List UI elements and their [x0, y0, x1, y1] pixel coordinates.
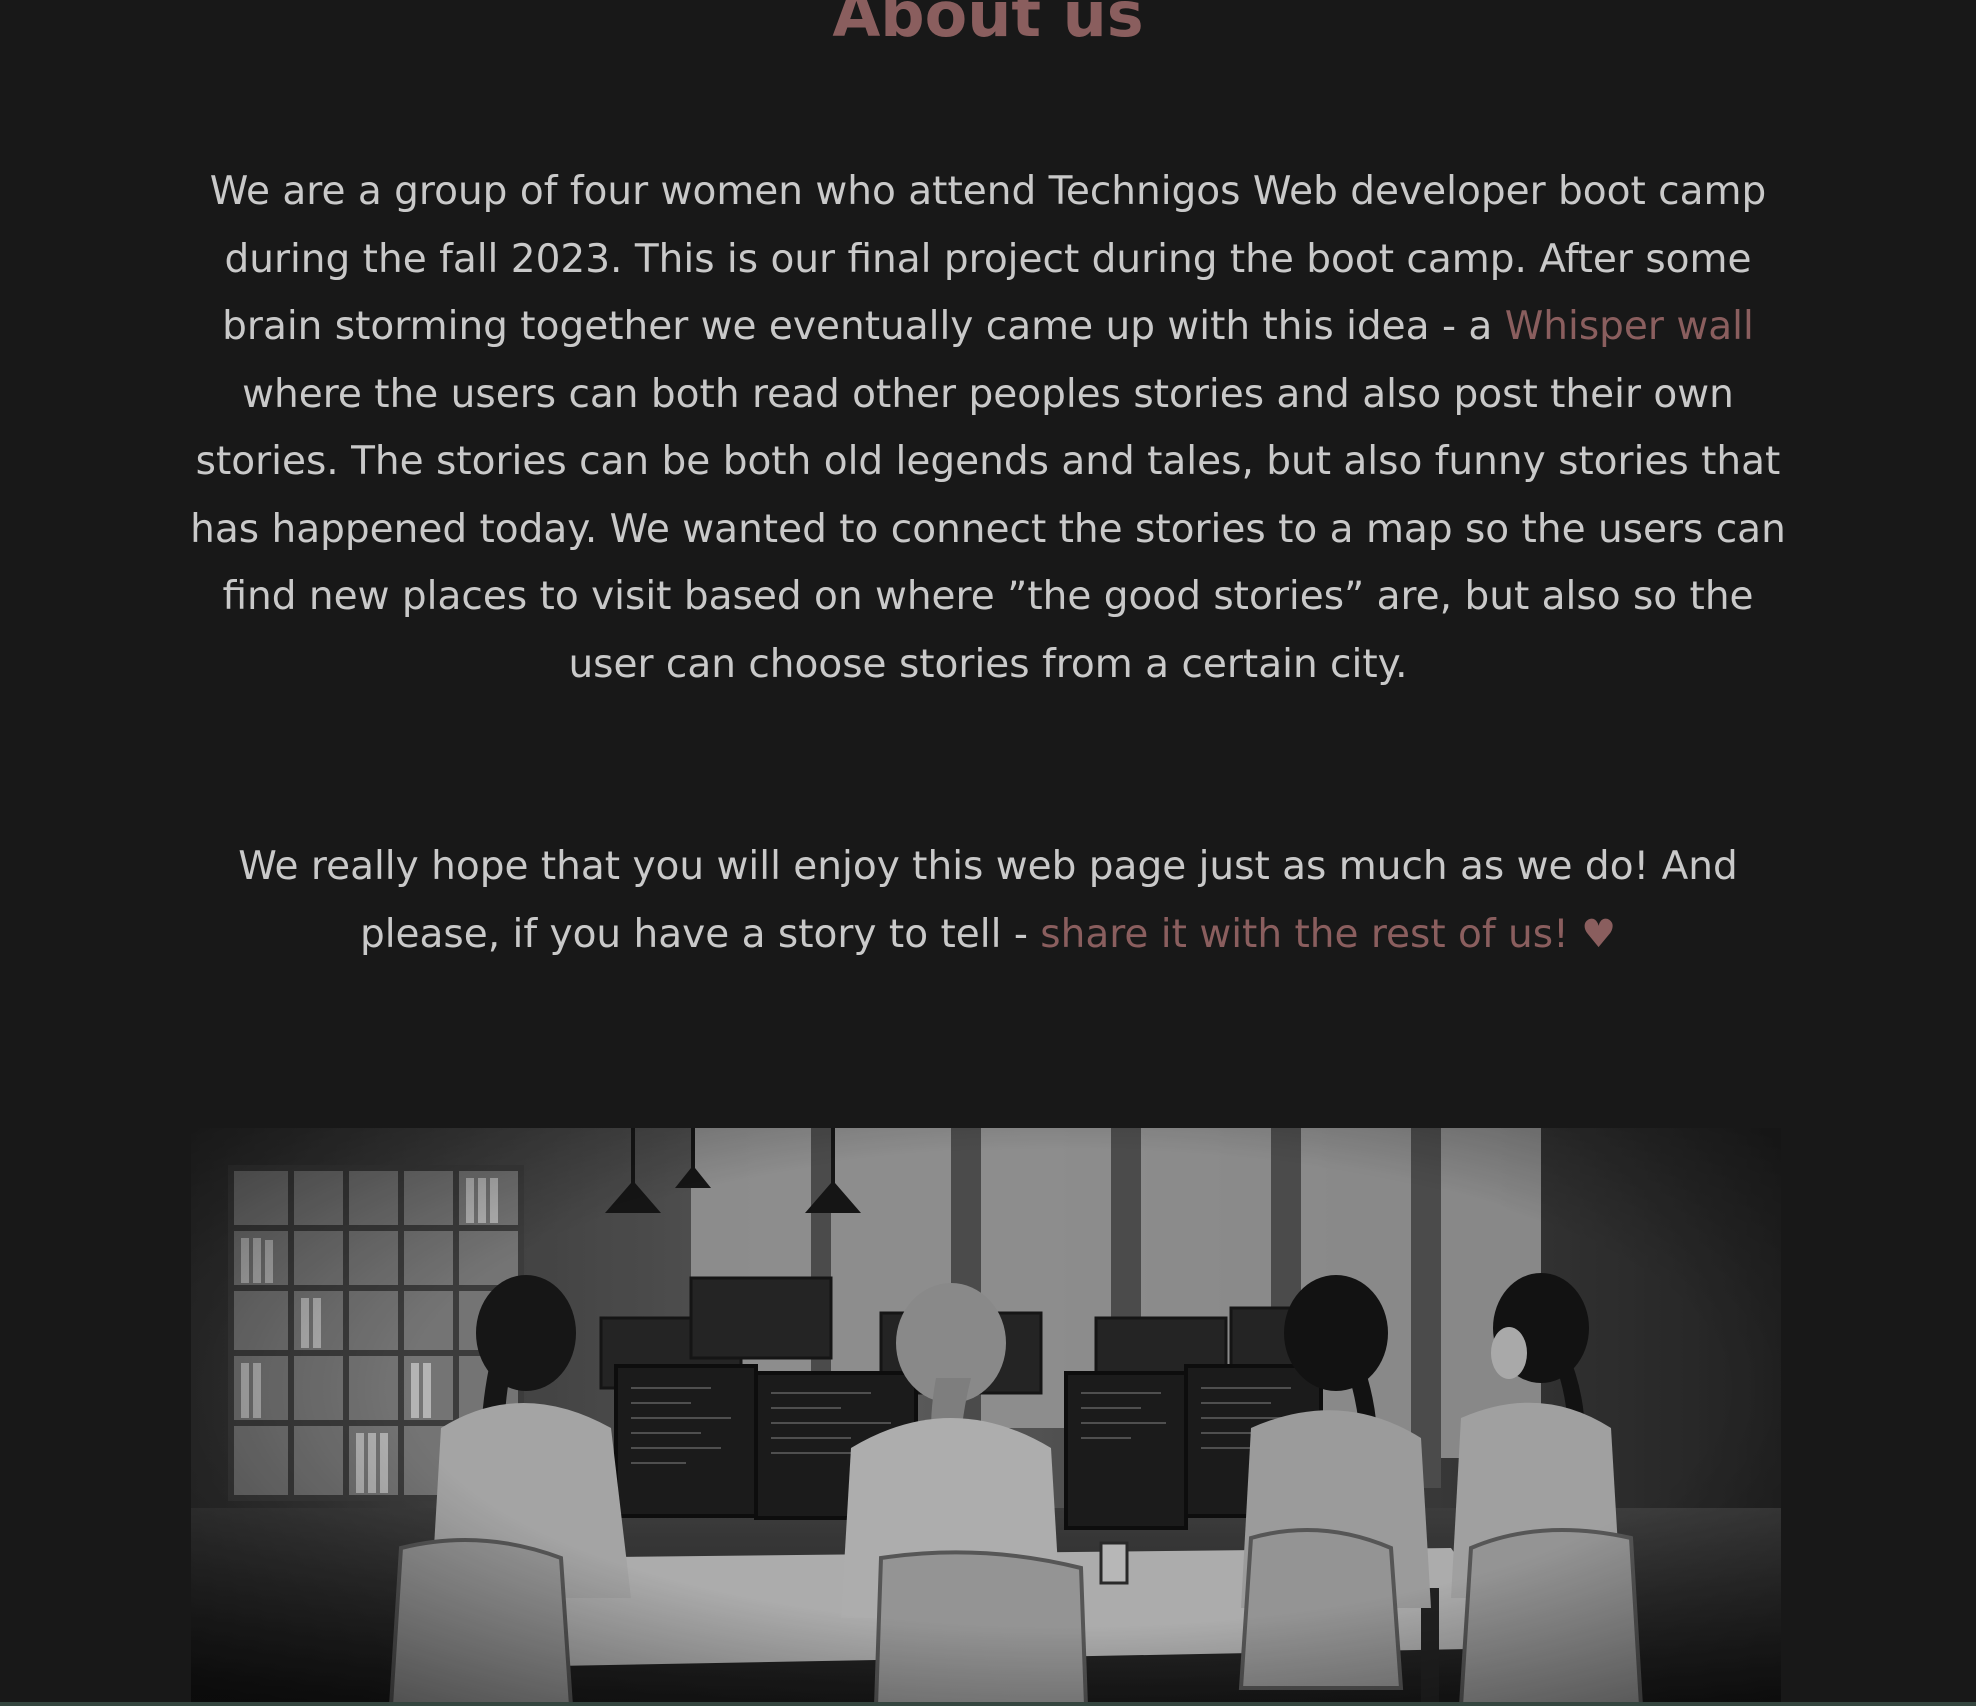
team-photo	[191, 1128, 1781, 1706]
office-coding-photo-icon	[191, 1128, 1781, 1706]
outro-paragraph: We really hope that you will enjoy this …	[180, 833, 1796, 968]
intro-paragraph: We are a group of four women who attend …	[180, 158, 1796, 698]
about-page: About us We are a group of four women wh…	[0, 0, 1976, 1706]
whisper-wall-link[interactable]: Whisper wall	[1505, 304, 1754, 349]
share-story-link[interactable]: share it with the rest of us! ♥	[1040, 912, 1616, 957]
bottom-divider	[0, 1702, 1976, 1706]
intro-text-end: where the users can both read other peop…	[190, 371, 1786, 687]
page-title: About us	[832, 0, 1144, 51]
